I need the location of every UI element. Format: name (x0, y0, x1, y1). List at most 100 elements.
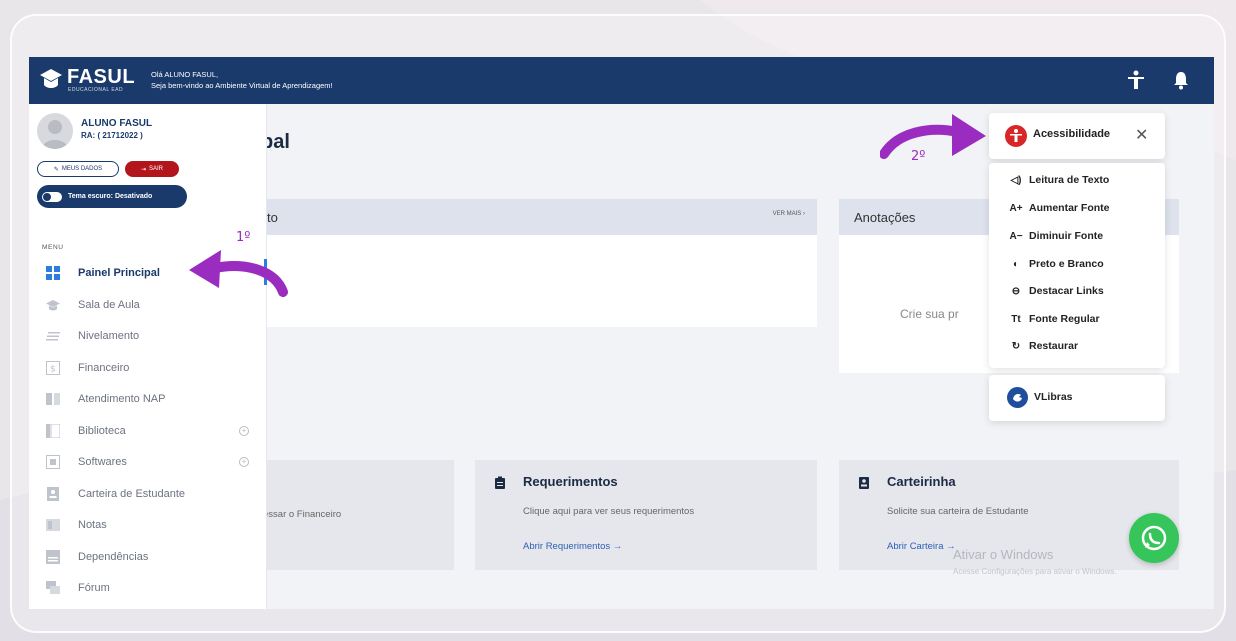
user-name: ALUNO FASUL (81, 118, 153, 129)
contrast-icon: ◐ (1012, 258, 1020, 270)
library-icon (46, 423, 60, 438)
sidebar-item-label: Dependências (78, 550, 149, 563)
sidebar-item-biblioteca[interactable]: Biblioteca + (29, 415, 267, 446)
option-label: Preto e Branco (1029, 258, 1104, 270)
fasul-logo[interactable]: FASUL EDUCACIONAL EAD (39, 66, 139, 96)
meus-dados-button[interactable]: ✎ MEUS DADOS (37, 161, 119, 177)
app-window: FASUL EDUCACIONAL EAD Olá ALUNO FASUL, S… (29, 57, 1214, 609)
restaurar-option[interactable]: ↻ Restaurar (1009, 340, 1078, 352)
id-card-icon (859, 477, 869, 489)
money-icon: $ (46, 360, 60, 375)
logo-text: FASUL (67, 66, 136, 88)
accessibility-panel-header: Acessibilidade ✕ (989, 113, 1165, 159)
sidebar-item-nivelamento[interactable]: Nivelamento (29, 320, 267, 351)
sidebar-item-label: Carteira de Estudante (78, 487, 186, 500)
sidebar-item-atendimento-nap[interactable]: Atendimento NAP (29, 383, 267, 414)
lines-icon (46, 331, 60, 340)
carteirinha-title: Carteirinha (887, 474, 956, 489)
card-header: to VER MAIS › (261, 199, 817, 235)
windows-watermark-subtitle: Acesse Configurações para ativar o Windo… (953, 567, 1117, 576)
dashboard-icon (46, 265, 60, 280)
avatar[interactable] (37, 113, 73, 149)
requerimentos-title: Requerimentos (523, 474, 618, 489)
ver-mais-link[interactable]: VER MAIS › (773, 211, 805, 217)
sidebar: ALUNO FASUL RA: ( 21712022 ) ✎ MEUS DADO… (29, 104, 267, 609)
option-label: Fonte Regular (1029, 313, 1100, 325)
logo-subtitle: EDUCACIONAL EAD (68, 87, 124, 93)
bell-icon[interactable] (1170, 69, 1192, 91)
notes-title: Anotações (854, 209, 916, 225)
expand-icon[interactable]: + (239, 425, 249, 436)
forum-icon (46, 580, 60, 594)
vlibras-label: VLibras (1034, 391, 1073, 403)
user-placeholder-icon (42, 120, 68, 149)
support-icon (46, 392, 60, 405)
abrir-requerimentos-link[interactable]: Abrir Requerimentos → (523, 541, 622, 552)
sidebar-item-notas[interactable]: Notas (29, 509, 267, 540)
accessibility-title: Acessibilidade (1033, 128, 1111, 140)
card-title: to (267, 209, 278, 225)
sidebar-item-label: Painel Principal (78, 266, 160, 279)
top-navbar: FASUL EDUCACIONAL EAD Olá ALUNO FASUL, S… (29, 57, 1214, 104)
user-ra: RA: ( 21712022 ) (81, 131, 143, 140)
annotation-arrow-2 (880, 114, 986, 159)
dark-theme-toggle[interactable]: Tema escuro: Desativado (37, 185, 187, 208)
sidebar-item-label: Financeiro (78, 361, 130, 374)
meus-dados-label: MEUS DADOS (61, 166, 103, 172)
windows-watermark-title: Ativar o Windows (953, 547, 1054, 562)
accessibility-icon (1005, 125, 1027, 147)
logo-mark-icon (40, 69, 62, 88)
sair-button[interactable]: ⇥ SAIR (125, 161, 179, 177)
diminuir-fonte-option[interactable]: A− Diminuir Fonte (1009, 230, 1103, 242)
option-label: Restaurar (1029, 340, 1079, 352)
increase-font-icon: A+ (1009, 202, 1023, 214)
option-label: Leitura de Texto (1029, 174, 1110, 186)
sidebar-item-dependencias[interactable]: Dependências (29, 541, 267, 572)
step-1-label: 1º (236, 230, 251, 245)
link-icon: ⊖ (1011, 285, 1021, 297)
whatsapp-button[interactable] (1129, 513, 1179, 563)
sidebar-item-label: Sala de Aula (78, 298, 140, 311)
vlibras-icon (1007, 387, 1028, 408)
financeiro-desc: essar o Financeiro (263, 509, 342, 520)
decrease-font-icon: A− (1009, 230, 1023, 242)
toggle-switch-icon (42, 191, 62, 202)
svg-text:$: $ (50, 364, 56, 374)
greeting-line-2: Seja bem-vindo ao Ambiente Virtual de Ap… (151, 81, 333, 90)
carteirinha-desc: Solicite sua carteira de Estudante (887, 506, 1029, 517)
accessibility-person-icon[interactable] (1125, 69, 1147, 91)
requerimentos-desc: Clique aqui para ver seus requerimentos (523, 506, 695, 517)
sidebar-item-label: Fórum (78, 581, 110, 594)
sidebar-item-forum[interactable]: Fórum (29, 572, 267, 603)
sidebar-item-label: Nivelamento (78, 329, 140, 342)
software-icon (46, 454, 60, 469)
sidebar-item-label: Notas (78, 518, 107, 531)
greeting-line-1: Olá ALUNO FASUL, (151, 70, 219, 79)
financeiro-card[interactable]: essar o Financeiro (261, 460, 454, 570)
expand-icon[interactable]: + (239, 456, 249, 467)
fonte-regular-option[interactable]: Tt Fonte Regular (1009, 313, 1100, 325)
close-icon[interactable]: ✕ (1135, 125, 1148, 145)
preto-e-branco-option[interactable]: ◐ Preto e Branco (1009, 258, 1104, 270)
student-card-icon (47, 486, 59, 501)
dark-theme-label: Tema escuro: Desativado (68, 193, 153, 200)
logout-icon: ⇥ (140, 166, 146, 173)
grades-icon (46, 518, 60, 531)
abrir-carteira-link[interactable]: Abrir Carteira → (887, 541, 956, 552)
vlibras-option[interactable]: VLibras (989, 375, 1165, 421)
option-label: Diminuir Fonte (1029, 230, 1104, 242)
aumentar-fonte-option[interactable]: A+ Aumentar Fonte (1009, 202, 1109, 214)
sidebar-item-financeiro[interactable]: $ Financeiro (29, 352, 267, 383)
destacar-links-option[interactable]: ⊖ Destacar Links (1009, 285, 1104, 297)
annotation-arrow-1 (189, 250, 288, 297)
notes-placeholder: Crie sua pr (900, 307, 959, 321)
leitura-de-texto-option[interactable]: ◁) Leitura de Texto (1009, 174, 1109, 186)
sidebar-item-carteira-de-estudante[interactable]: Carteira de Estudante (29, 478, 267, 509)
restore-icon: ↻ (1011, 340, 1021, 352)
pencil-icon: ✎ (53, 166, 59, 173)
greeting: Olá ALUNO FASUL, Seja bem-vindo ao Ambie… (151, 69, 333, 91)
menu-title: MENU (42, 244, 64, 251)
sidebar-item-softwares[interactable]: Softwares + (29, 446, 267, 477)
step-2-label: 2º (911, 149, 926, 164)
requerimentos-card[interactable]: Requerimentos Clique aqui para ver seus … (475, 460, 817, 570)
